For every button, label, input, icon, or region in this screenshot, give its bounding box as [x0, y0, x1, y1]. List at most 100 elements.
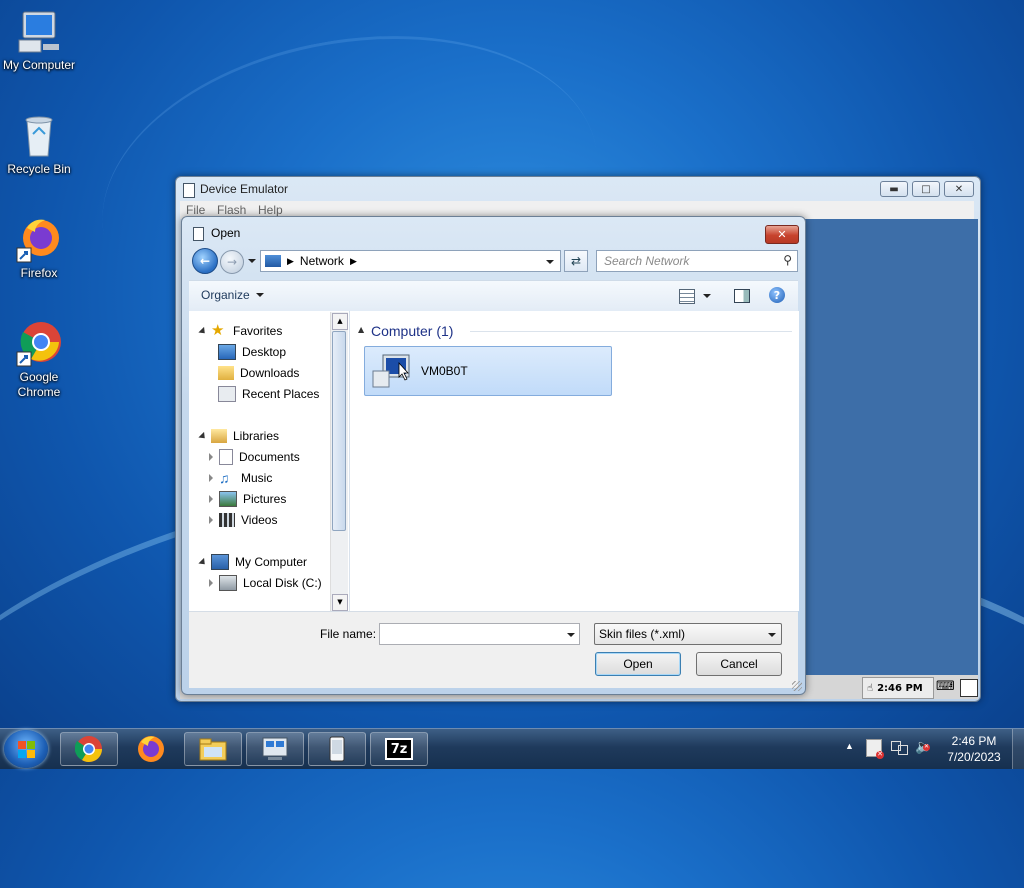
desktop-icon-label: Firefox	[20, 266, 58, 280]
star-icon: ★	[211, 322, 225, 339]
file-list[interactable]: ▲ Computer (1) VM0B0T	[349, 311, 799, 611]
nav-local-disk[interactable]: Local Disk (C:)	[209, 573, 322, 593]
views-dropdown-icon[interactable]	[703, 294, 711, 298]
keyboard-icon[interactable]: ⌨	[936, 679, 955, 695]
folder-icon	[199, 738, 227, 761]
menu-file[interactable]: File	[186, 203, 205, 217]
network-tray-icon[interactable]	[891, 739, 908, 755]
address-bar[interactable]: ▶ Network ▶	[260, 250, 561, 272]
taskbar: 7z ▲ ✕ 🔈✕ 2:46 PM 7/20/2023	[0, 728, 1024, 769]
organize-dropdown-icon	[255, 293, 264, 297]
documents-icon	[219, 449, 233, 465]
nav-downloads[interactable]: Downloads	[218, 363, 299, 383]
close-button[interactable]: ✕	[944, 181, 974, 197]
action-center-icon[interactable]: ✕	[866, 739, 884, 759]
collapsed-icon	[209, 474, 213, 482]
desktop-icon-chrome[interactable]: Google Chrome	[0, 320, 78, 400]
desktop-icon-recycle-bin[interactable]: Recycle Bin	[0, 112, 78, 177]
scroll-thumb[interactable]	[332, 331, 346, 531]
cancel-button[interactable]: Cancel	[696, 652, 782, 676]
dialog-title: Open	[211, 226, 241, 240]
volume-muted-icon[interactable]: 🔈✕	[915, 738, 932, 755]
taskbar-explorer[interactable]	[184, 732, 242, 766]
chrome-icon	[75, 736, 103, 763]
recent-pages-dropdown[interactable]	[248, 259, 256, 263]
open-button[interactable]: Open	[595, 652, 681, 676]
computer-icon	[15, 8, 63, 56]
filename-input[interactable]	[379, 623, 580, 645]
nav-favorites[interactable]: ★ Favorites	[198, 321, 282, 341]
taskbar-device-emulator-manager[interactable]	[246, 732, 304, 766]
desktop-icon-label: Recycle Bin	[7, 162, 71, 176]
emulator-manager-icon	[262, 737, 288, 760]
group-header: Computer (1)	[371, 323, 454, 339]
window-tile-icon[interactable]	[960, 679, 978, 697]
search-box[interactable]: Search Network ⚲	[596, 250, 798, 272]
forward-button[interactable]: →	[220, 250, 244, 274]
dialog-bottom: File name: Skin files (*.xml) Open Cance…	[189, 611, 798, 688]
breadcrumb-network[interactable]: Network	[300, 254, 344, 268]
search-icon[interactable]: ⚲	[783, 253, 792, 267]
desktop-icon-label: My Computer	[2, 58, 76, 72]
nav-scrollbar[interactable]: ▲ ▼	[330, 312, 348, 611]
collapsed-icon	[209, 579, 213, 587]
collapsed-icon	[209, 516, 213, 524]
help-icon[interactable]: ?	[769, 287, 785, 303]
nav-libraries[interactable]: Libraries	[198, 426, 279, 446]
preview-pane-icon[interactable]	[734, 289, 750, 303]
nav-music[interactable]: ♫ Music	[209, 468, 272, 488]
collapsed-icon	[209, 453, 213, 461]
group-header-rule	[470, 331, 792, 332]
file-item-name: VM0B0T	[421, 364, 468, 378]
computer-icon	[211, 554, 229, 570]
show-desktop-button[interactable]	[1012, 729, 1024, 769]
scroll-down-arrow[interactable]: ▼	[332, 594, 348, 611]
emulator-screen[interactable]	[802, 219, 978, 675]
tray-overflow-icon[interactable]: ▲	[845, 741, 854, 751]
nav-desktop[interactable]: Desktop	[218, 342, 286, 362]
desktop-icon-firefox[interactable]: Firefox	[0, 216, 78, 281]
filetype-select[interactable]: Skin files (*.xml)	[594, 623, 782, 645]
taskbar-7zip[interactable]: 7z	[370, 732, 428, 766]
scroll-up-arrow[interactable]: ▲	[332, 313, 348, 330]
nav-my-computer[interactable]: My Computer	[198, 552, 307, 572]
group-collapse-icon[interactable]: ▲	[358, 325, 364, 334]
maximize-button[interactable]: □	[912, 181, 940, 197]
search-input[interactable]: Search Network	[604, 254, 689, 268]
minimize-button[interactable]: ▬	[880, 181, 908, 197]
refresh-button[interactable]: ⇄	[564, 250, 588, 272]
desktop-icon-my-computer[interactable]: My Computer	[0, 8, 78, 73]
dialog-close-button[interactable]: ✕	[765, 225, 799, 244]
firefox-icon	[15, 216, 63, 264]
breadcrumb-chevron-icon[interactable]: ▶	[350, 256, 357, 267]
views-icon[interactable]	[679, 289, 695, 304]
windows-logo-icon	[17, 740, 35, 758]
organize-button[interactable]: Organize	[201, 288, 264, 302]
nav-documents[interactable]: Documents	[209, 447, 300, 467]
file-item-vm0b0t[interactable]: VM0B0T	[364, 346, 612, 396]
start-button[interactable]	[4, 730, 48, 768]
dialog-app-icon	[193, 227, 204, 241]
resize-grip[interactable]	[792, 681, 802, 691]
address-dropdown-arrow[interactable]	[546, 260, 554, 264]
expanded-icon	[198, 326, 208, 336]
clock[interactable]: 2:46 PM 7/20/2023	[942, 733, 1006, 765]
taskbar-firefox[interactable]	[122, 732, 180, 766]
expanded-icon	[198, 431, 208, 441]
network-computer-icon	[371, 353, 415, 389]
pictures-icon	[219, 491, 237, 507]
desktop-icon-label: Google Chrome	[17, 370, 61, 399]
videos-icon	[219, 513, 235, 527]
back-button[interactable]: ←	[192, 248, 218, 274]
nav-videos[interactable]: Videos	[209, 510, 277, 530]
navigation-pane[interactable]: ★ Favorites Desktop Downloads Recent Plac…	[189, 311, 349, 611]
menu-flash[interactable]: Flash	[217, 203, 246, 217]
nav-pictures[interactable]: Pictures	[209, 489, 286, 509]
taskbar-chrome[interactable]	[60, 732, 118, 766]
dialog-toolbar: Organize ?	[189, 280, 798, 312]
menu-help[interactable]: Help	[258, 203, 283, 217]
status-time: ☝ 2:46 PM	[862, 677, 934, 699]
taskbar-device-emulator[interactable]	[308, 732, 366, 766]
nav-recent-places[interactable]: Recent Places	[218, 384, 319, 404]
filename-dropdown-arrow[interactable]	[567, 633, 575, 637]
